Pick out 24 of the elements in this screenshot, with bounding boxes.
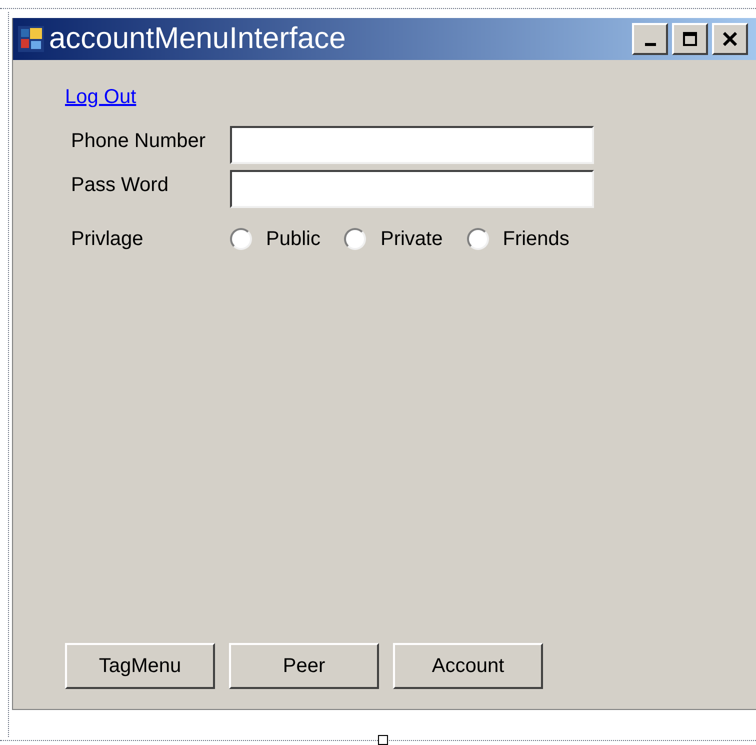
minimize-button[interactable] [632, 23, 668, 55]
form-button[interactable]: TagMenu [65, 643, 215, 689]
resize-handle[interactable] [378, 735, 388, 745]
radio-option[interactable]: Public [230, 224, 320, 254]
field-label: Privlage [71, 227, 144, 252]
app-icon [17, 25, 45, 53]
field-label: Pass Word [71, 173, 170, 198]
form-button[interactable]: Peer [229, 643, 379, 689]
radio-option[interactable]: Friends [466, 224, 570, 254]
radio-option[interactable]: Private [344, 224, 443, 254]
radio-button[interactable] [230, 228, 252, 250]
form-button[interactable]: Account [393, 643, 543, 689]
radio-button[interactable] [466, 228, 489, 250]
text-field[interactable] [230, 170, 594, 208]
close-button[interactable] [712, 23, 748, 55]
minimize-icon [644, 42, 656, 46]
maximize-icon [683, 32, 697, 46]
text-field[interactable] [230, 126, 594, 164]
field-label: Phone Number [71, 129, 207, 154]
maximize-button[interactable] [672, 23, 708, 55]
close-icon [723, 32, 737, 46]
window-title: accountMenuInterface [49, 24, 346, 54]
log-out-link[interactable]: Log Out [65, 86, 136, 108]
radio-button[interactable] [344, 228, 366, 250]
